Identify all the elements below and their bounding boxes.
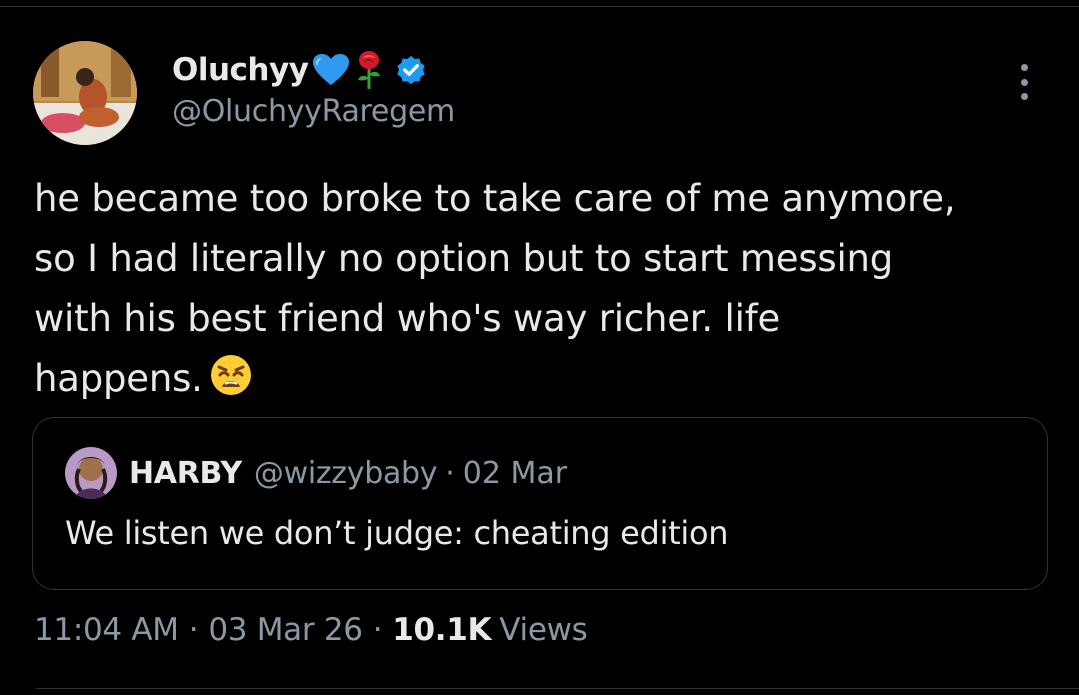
author-avatar[interactable]: [33, 41, 137, 145]
quoted-author-avatar[interactable]: [65, 447, 117, 499]
quoted-separator: ·: [445, 455, 455, 491]
top-divider: [0, 6, 1079, 7]
quoted-date[interactable]: 02 Mar: [463, 456, 567, 491]
author-display-name[interactable]: Oluchyy: [172, 52, 309, 88]
tweet-date[interactable]: 03 Mar 26: [208, 612, 363, 648]
tweet-header: Oluchyy @OluchyyRaregem: [172, 48, 455, 129]
more-options-icon[interactable]: [1012, 64, 1036, 100]
weary-face-icon: [209, 353, 253, 415]
tweet-time[interactable]: 11:04 AM: [34, 612, 179, 648]
tweet-text: he became too broke to take care of me a…: [34, 169, 1064, 415]
verified-badge-icon[interactable]: [394, 53, 428, 87]
quoted-display-name[interactable]: HARBY: [129, 456, 242, 491]
views-count[interactable]: 10.1K: [392, 612, 491, 648]
tweet-meta: 11:04 AM · 03 Mar 26 · 10.1K Views: [34, 612, 588, 648]
quoted-text: We listen we don’t judge: cheating editi…: [65, 514, 729, 552]
bottom-divider: [36, 688, 1079, 689]
author-handle[interactable]: @OluchyyRaregem: [172, 94, 455, 129]
meta-separator: ·: [372, 612, 383, 648]
rose-icon: [354, 50, 384, 90]
quoted-tweet-card[interactable]: HARBY @wizzybaby · 02 Mar We listen we d…: [32, 417, 1048, 590]
quoted-handle[interactable]: @wizzybaby: [254, 456, 438, 491]
views-label: Views: [499, 612, 588, 648]
meta-separator: ·: [188, 612, 199, 648]
blue-heart-icon: [312, 53, 350, 87]
tweet-body: he became too broke to take care of me a…: [34, 177, 956, 400]
